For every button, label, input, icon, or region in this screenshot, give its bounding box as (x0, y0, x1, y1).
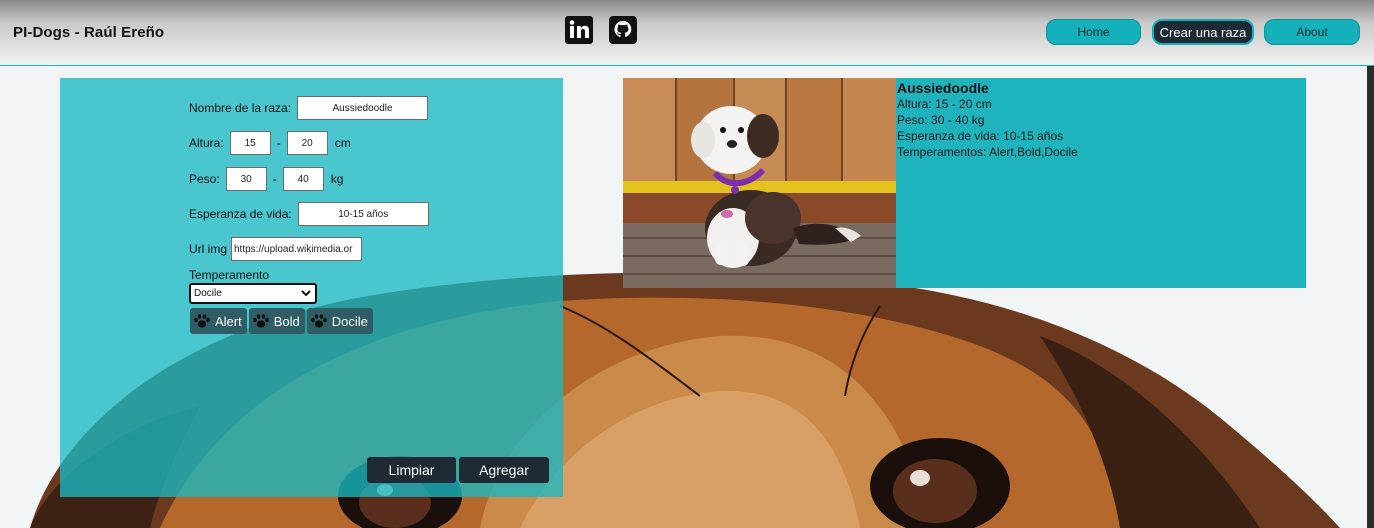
name-input[interactable] (297, 96, 429, 120)
breed-temperaments: Temperamentos: Alert,Bold,Docile (897, 145, 1078, 159)
chip-label: Bold (273, 313, 300, 329)
temperament-select[interactable]: Docile (189, 283, 317, 304)
temperament-chips: Alert Bold Docile (190, 308, 373, 334)
breed-info: Aussiedoodle Altura: 15 - 20 cm Peso: 30… (897, 80, 1078, 160)
weight-row: Peso: - kg (189, 167, 343, 191)
height-label: Altura: (189, 136, 224, 150)
weight-min-input[interactable] (225, 167, 267, 191)
add-button[interactable]: Agregar (459, 457, 549, 483)
weight-dash: - (272, 172, 277, 186)
linkedin-icon[interactable] (565, 16, 593, 44)
breed-life: Esperanza de vida: 10-15 años (897, 129, 1064, 143)
url-row: Url img (189, 237, 362, 261)
paw-icon (252, 314, 269, 328)
url-label: Url img (189, 242, 227, 256)
github-icon[interactable] (609, 16, 637, 44)
life-input[interactable] (297, 202, 429, 226)
breed-photo (623, 78, 896, 288)
temperament-selected: Docile (194, 288, 222, 299)
height-unit: cm (334, 136, 351, 150)
clear-button[interactable]: Limpiar (367, 457, 456, 483)
height-min-input[interactable] (229, 131, 271, 155)
breed-height: Altura: 15 - 20 cm (897, 97, 992, 111)
height-dash: - (276, 136, 281, 150)
weight-unit: kg (330, 172, 344, 186)
paw-icon (310, 314, 327, 328)
about-button[interactable]: About (1264, 19, 1360, 45)
create-breed-form: Nombre de la raza: Altura: - cm Peso: - … (60, 78, 563, 497)
temperament-label: Temperamento (189, 268, 270, 282)
home-button[interactable]: Home (1046, 19, 1141, 45)
name-row: Nombre de la raza: (189, 96, 429, 120)
chevron-down-icon (301, 290, 311, 297)
weight-label: Peso: (189, 172, 220, 186)
life-row: Esperanza de vida: (189, 202, 429, 226)
temperament-chip-alert[interactable]: Alert (190, 308, 247, 334)
name-label: Nombre de la raza: (189, 101, 292, 115)
url-input[interactable] (231, 237, 362, 261)
chip-label: Docile (331, 313, 368, 329)
temperament-chip-docile[interactable]: Docile (306, 308, 373, 334)
page-scrollbar[interactable] (1367, 66, 1374, 528)
paw-icon (194, 314, 210, 328)
chip-label: Alert (215, 313, 242, 329)
create-breed-button[interactable]: Crear una raza (1152, 19, 1254, 45)
breed-preview-card: Aussiedoodle Altura: 15 - 20 cm Peso: 30… (623, 78, 1306, 288)
brand-title: PI-Dogs - Raúl Ereño (13, 24, 165, 41)
life-label: Esperanza de vida: (189, 207, 292, 221)
height-row: Altura: - cm (189, 131, 351, 155)
navbar: PI-Dogs - Raúl Ereño Home Crear una raza… (0, 0, 1374, 66)
height-max-input[interactable] (286, 131, 328, 155)
breed-name: Aussiedoodle (897, 80, 989, 96)
temperament-chip-bold[interactable]: Bold (248, 308, 305, 334)
breed-weight: Peso: 30 - 40 kg (897, 113, 985, 127)
weight-max-input[interactable] (282, 167, 324, 191)
